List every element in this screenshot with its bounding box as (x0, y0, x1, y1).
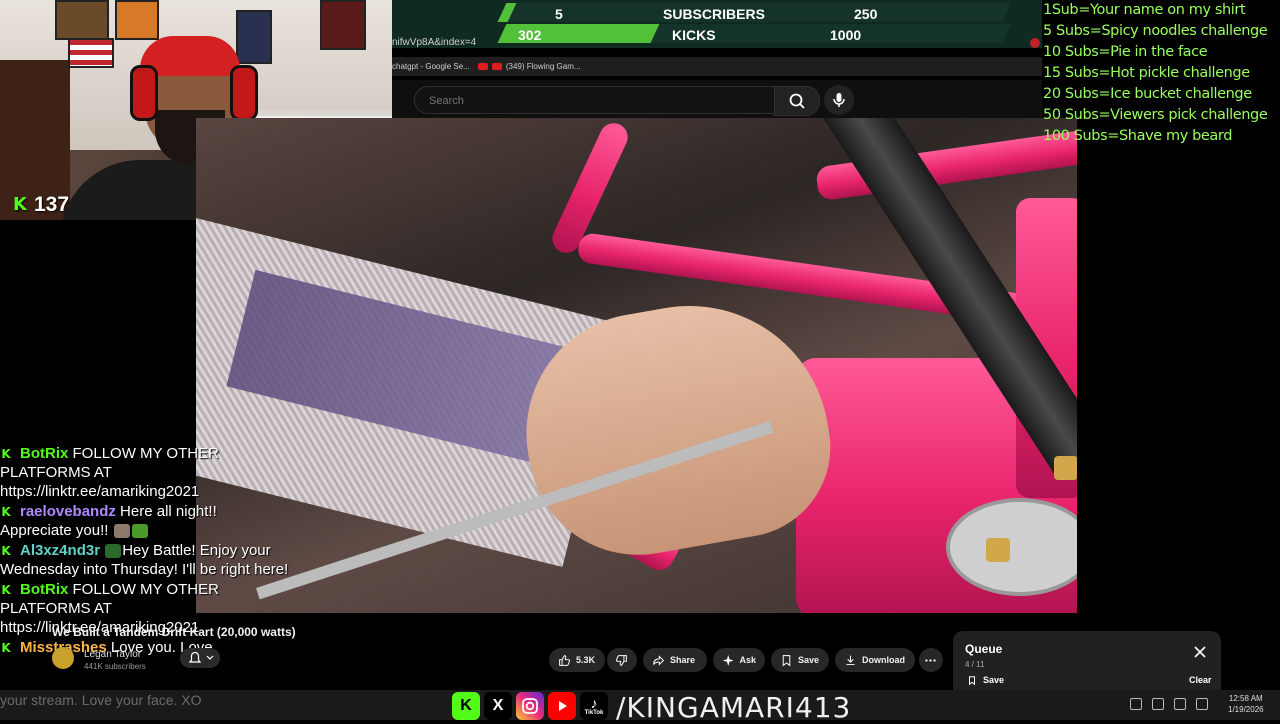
subscriber-goal: 5 SUBSCRIBERS 250 (392, 3, 1042, 24)
download-icon (846, 655, 855, 665)
search-input[interactable] (427, 91, 761, 111)
search-box (414, 86, 776, 114)
social-icons: K X ♪ TikTok (452, 692, 608, 720)
kick-badge-icon: K (1, 505, 11, 519)
x-icon: X (484, 692, 512, 720)
chat-message: K BotRix FOLLOW MY OTHER PLATFORMS AT htt… (0, 445, 219, 500)
channel-subscriber-count: 441K subscribers (84, 662, 146, 671)
sub-goal-item: 10 Subs=Pie in the face (1043, 44, 1208, 60)
kick-badge-icon: K (1, 447, 11, 461)
microphone-icon (833, 93, 845, 107)
tray-icon[interactable] (1130, 698, 1142, 710)
sub-goal-item: 50 Subs=Viewers pick challenge (1043, 107, 1268, 123)
streamer-handle: /KINGAMARI413 (616, 691, 852, 724)
sparkle-icon (722, 654, 734, 666)
queue-count: 4 / 11 (965, 660, 985, 669)
tray-icon[interactable] (1196, 698, 1208, 710)
search-button[interactable] (774, 86, 820, 116)
kick-badge-icon: K (1, 583, 11, 597)
share-icon (653, 654, 665, 666)
emote-icon (113, 524, 130, 539)
sub-goals-overlay: 1Sub=Your name on my shirt 5 Subs=Spicy … (1043, 0, 1280, 150)
browser-strip: nifwVp8A&index=4 chatgpt - Google Se... … (392, 30, 1042, 80)
kick-icon: K (452, 692, 480, 720)
socials-bar: your stream. Love your face. XO K X ♪ Tik… (0, 690, 1280, 724)
url-fragment[interactable]: nifwVp8A&index=4 (392, 37, 476, 48)
youtube-header (392, 80, 1042, 118)
sub-goal-item: 5 Subs=Spicy noodles challenge (1043, 23, 1268, 39)
bookmark-icon (782, 654, 791, 666)
system-clock[interactable]: 12:58 AM 1/19/2026 (1228, 693, 1264, 715)
bookmarks-bar: chatgpt - Google Se... (349) Flowing Gam… (392, 57, 1042, 76)
tray-icon[interactable] (1152, 698, 1164, 710)
tray-icon[interactable] (1174, 698, 1186, 710)
sub-goal-item: 100 Subs=Shave my beard (1043, 128, 1233, 144)
chat-message: K Al3xz4nd3r Hey Battle! Enjoy your Wedne… (0, 542, 289, 578)
ask-button[interactable]: Ask (713, 648, 765, 672)
sub-goal-item: 15 Subs=Hot pickle challenge (1043, 65, 1250, 81)
youtube-icon (477, 63, 488, 71)
bookmark-chatgpt[interactable]: chatgpt - Google Se... (392, 62, 470, 71)
record-indicator-icon (1030, 38, 1040, 48)
bookmark-youtube[interactable]: (349) Flowing Gam... (477, 62, 581, 71)
bell-icon (188, 651, 214, 663)
youtube-icon (548, 692, 576, 720)
like-button[interactable]: 5.3K (549, 648, 605, 672)
dislike-button[interactable] (607, 648, 637, 672)
kick-viewer-count: K 137 (10, 193, 69, 217)
download-button[interactable]: Download (835, 648, 915, 672)
chat-message-continuation: your stream. Love your face. XO (0, 692, 202, 708)
search-icon (789, 93, 805, 109)
system-tray (1130, 698, 1208, 710)
tiktok-icon: ♪ TikTok (580, 692, 608, 720)
kick-logo-icon: K (13, 194, 27, 215)
bookmark-icon (969, 676, 975, 686)
channel-name[interactable]: Legan Taylor (84, 649, 141, 660)
instagram-icon (516, 692, 544, 720)
youtube-icon (491, 63, 502, 71)
queue-save-button[interactable]: Save (967, 675, 1004, 686)
notification-bell-button[interactable] (180, 648, 220, 668)
thumbs-down-icon (615, 654, 627, 666)
sub-goal-item: 20 Subs=Ice bucket challenge (1043, 86, 1252, 102)
queue-panel: Queue 4 / 11 Save Clear (953, 631, 1221, 690)
close-icon[interactable] (1193, 645, 1207, 659)
chat-message: Kraelovebandz Here all night!! Appreciat… (0, 503, 217, 539)
video-player[interactable] (196, 118, 1077, 613)
sub-goal-item: 1Sub=Your name on my shirt (1043, 2, 1246, 18)
kick-badge-icon: K (1, 544, 11, 558)
voice-search-button[interactable] (824, 85, 854, 115)
share-button[interactable]: Share (643, 648, 707, 672)
queue-title: Queue (965, 642, 1003, 656)
more-horizontal-icon (925, 658, 936, 662)
queue-clear-button[interactable]: Clear (1189, 675, 1212, 685)
thumbs-up-icon (559, 654, 571, 666)
save-button[interactable]: Save (771, 648, 829, 672)
channel-avatar[interactable] (52, 647, 74, 669)
emote-icon (131, 524, 148, 539)
video-title: We Built a Tandem Drift Kart (20,000 wat… (52, 625, 296, 639)
hype-badge-icon (105, 544, 122, 559)
more-actions-button[interactable] (919, 648, 943, 672)
